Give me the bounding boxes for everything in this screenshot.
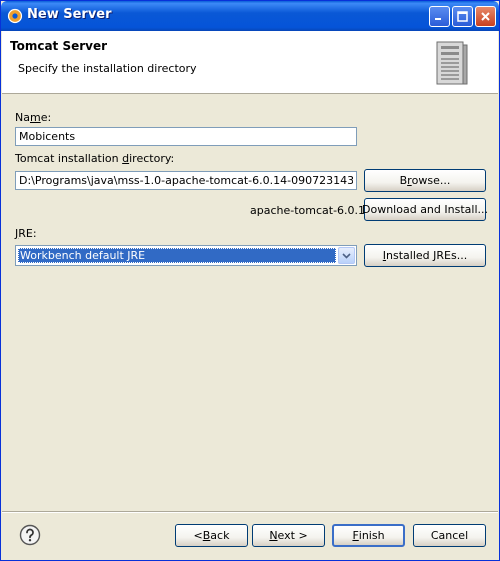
back-button[interactable]: < Back: [175, 524, 248, 547]
browse-button[interactable]: Br owse...: [364, 169, 486, 192]
next-button[interactable]: Next >: [252, 524, 325, 547]
installed-jres-button[interactable]: Installed JREs...: [364, 244, 486, 267]
eclipse-gear-icon: [7, 8, 23, 24]
download-install-button[interactable]: Download and Install...: [362, 198, 488, 221]
page-title: Tomcat Server: [10, 39, 108, 53]
new-server-dialog: New Server Tomcat Server Specify the ins…: [0, 0, 500, 561]
cancel-button[interactable]: Cancel: [413, 524, 486, 547]
detected-version-label: apache-tomcat-6.0.14: [250, 204, 373, 217]
install-dir-input[interactable]: [15, 171, 357, 190]
close-icon: [481, 12, 490, 21]
close-button[interactable]: [475, 6, 496, 27]
maximize-icon: [457, 11, 468, 22]
jre-selected-value: Workbench default JRE: [18, 248, 336, 263]
finish-button[interactable]: Finish: [332, 524, 405, 547]
minimize-icon: [435, 18, 441, 20]
minimize-button[interactable]: [429, 6, 450, 27]
name-label: Name:: [15, 111, 52, 124]
server-tower-icon: [434, 41, 468, 90]
dropdown-button[interactable]: [338, 247, 355, 264]
jre-select[interactable]: Workbench default JRE: [15, 245, 357, 266]
maximize-button[interactable]: [452, 6, 473, 27]
page-description: Specify the installation directory: [18, 62, 197, 75]
jre-label: JRE:: [15, 227, 37, 240]
title-bar[interactable]: New Server: [1, 1, 499, 31]
name-input[interactable]: [15, 127, 357, 146]
help-question-icon[interactable]: [19, 524, 41, 549]
chevron-down-icon: [342, 252, 351, 259]
window-title: New Server: [27, 7, 112, 22]
footer-separator: [2, 511, 498, 513]
wizard-header: Tomcat Server Specify the installation d…: [2, 31, 498, 94]
install-dir-label: Tomcat installation directory:: [15, 152, 175, 165]
